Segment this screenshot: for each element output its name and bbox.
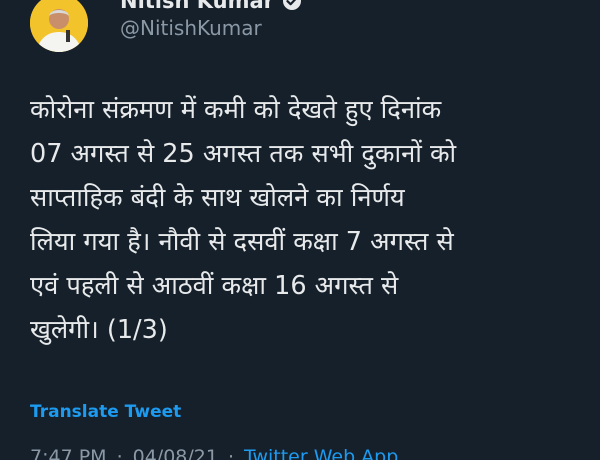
meta-separator: · [116, 446, 123, 460]
avatar[interactable] [30, 0, 88, 52]
meta-separator: · [227, 446, 234, 460]
translate-tweet-link[interactable]: Translate Tweet [30, 402, 181, 422]
verified-badge-icon [282, 0, 302, 11]
tweet-date[interactable]: 04/08/21 [133, 446, 218, 460]
tweet-text: कोरोना संक्रमण में कमी को देखते हुए दिना… [30, 95, 457, 345]
user-handle[interactable]: @NitishKumar [120, 15, 262, 41]
author-name-row[interactable]: Nitish Kumar [120, 0, 302, 14]
tweet-source-link[interactable]: Twitter Web App [244, 446, 398, 460]
more-options-icon[interactable]: ••• [546, 0, 591, 11]
profile-photo [30, 0, 88, 52]
tweet-meta: 7:47 PM · 04/08/21 · Twitter Web App [30, 446, 398, 460]
tweet-time[interactable]: 7:47 PM [30, 446, 107, 460]
display-name[interactable]: Nitish Kumar [120, 0, 274, 14]
